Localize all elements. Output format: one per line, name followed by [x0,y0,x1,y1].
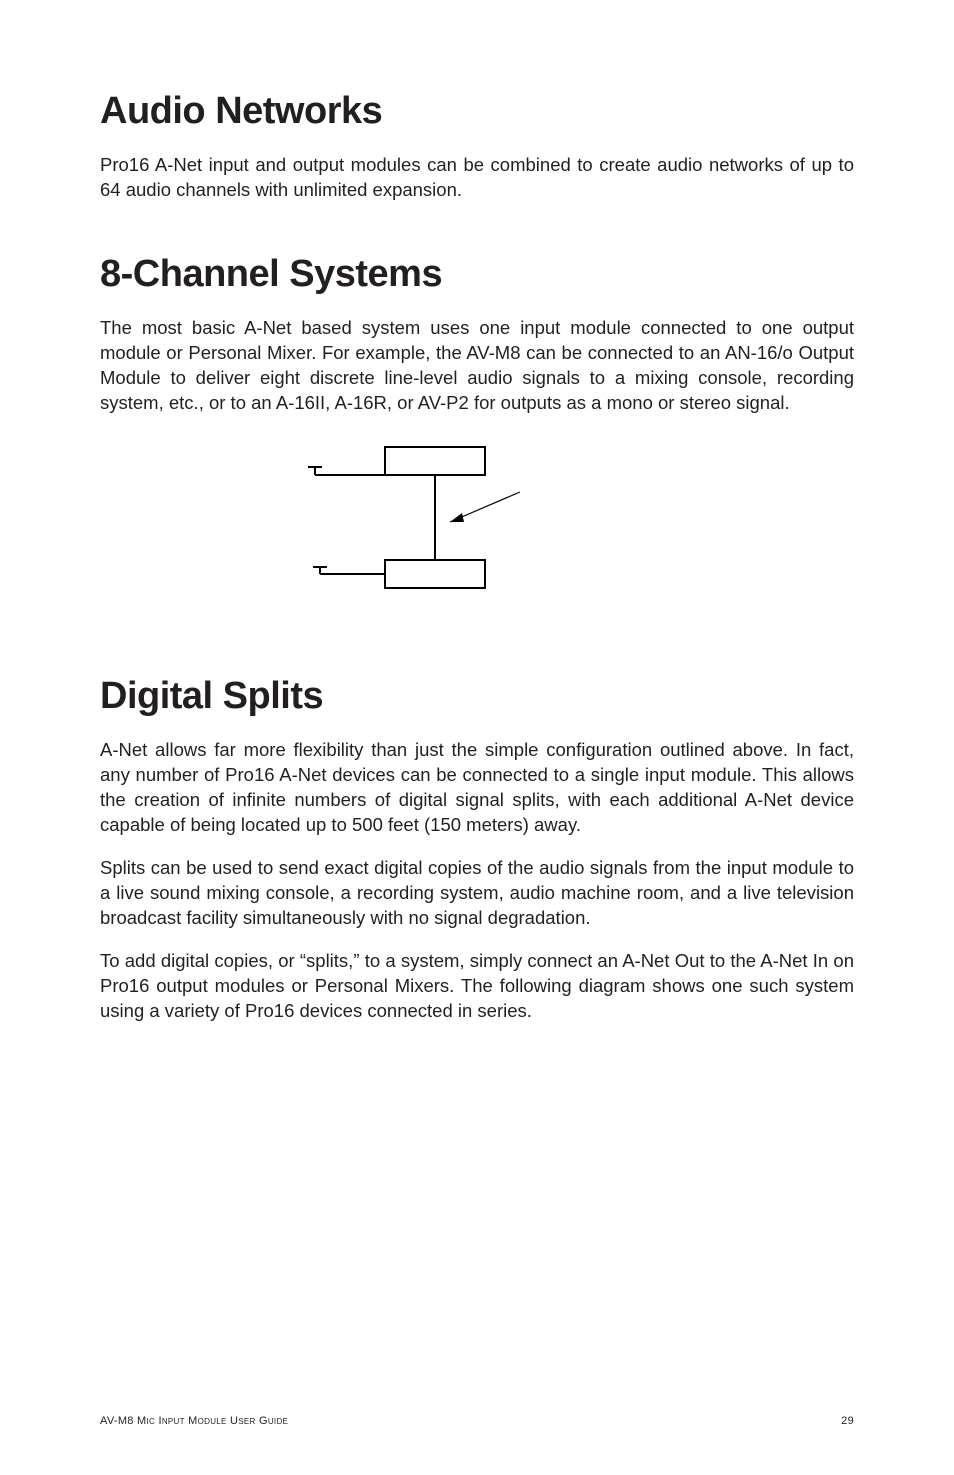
heading-audio-networks: Audio Networks [100,90,854,133]
paragraph: Pro16 A-Net input and output modules can… [100,153,854,203]
box-av-m8 [385,447,485,475]
section-8-channel-systems: 8-Channel Systems The most basic A-Net b… [100,253,854,615]
section-digital-splits: Digital Splits A-Net allows far more fle… [100,675,854,1024]
arrowhead-icon [450,513,464,522]
footer: AV-M8 Mic Input Module User Guide 29 [100,1415,854,1427]
diagram-svg [170,440,770,610]
diagram-8-channel [170,440,854,615]
heading-8-channel-systems: 8-Channel Systems [100,253,854,296]
footer-page-number: 29 [841,1415,854,1427]
heading-digital-splits: Digital Splits [100,675,854,718]
box-an-16o [385,560,485,588]
paragraph: The most basic A-Net based system uses o… [100,316,854,416]
paragraph: To add digital copies, or “splits,” to a… [100,949,854,1024]
paragraph: Splits can be used to send exact digital… [100,856,854,931]
section-audio-networks: Audio Networks Pro16 A-Net input and out… [100,90,854,203]
paragraph: A-Net allows far more flexibility than j… [100,738,854,838]
footer-title: AV-M8 Mic Input Module User Guide [100,1415,288,1427]
